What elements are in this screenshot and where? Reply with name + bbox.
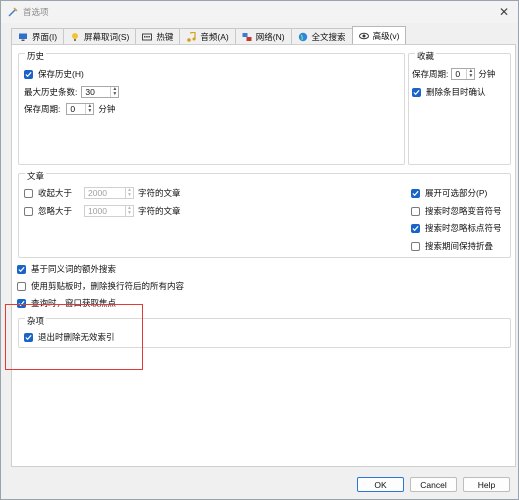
window-title: 首选项 bbox=[23, 7, 49, 17]
collapse-larger-label: 收起大于 bbox=[38, 188, 73, 198]
advanced-panel: 历史 保存历史(H) 最大历史条数: 30 ▲▼ 保存周期: 0 ▲▼ 分钟 bbox=[11, 44, 516, 467]
articles-title: 文章 bbox=[25, 170, 47, 182]
keep-folding-checkbox[interactable] bbox=[411, 241, 420, 251]
spin-down-icon[interactable]: ▼ bbox=[86, 109, 93, 114]
ignore-larger-suffix: 字符的文章 bbox=[138, 206, 181, 216]
max-history-label: 最大历史条数: bbox=[24, 87, 78, 97]
history-save-period-label: 保存周期: bbox=[24, 104, 61, 114]
history-group: 历史 保存历史(H) 最大历史条数: 30 ▲ ▼ 保存周期: 0 ▲ ▼ 分钟 bbox=[18, 50, 405, 165]
clipboard-newline-label: 使用剪贴板时，删除换行符后的所有内容 bbox=[31, 281, 185, 291]
ignore-punctuation-checkbox[interactable] bbox=[411, 223, 420, 233]
history-title: 历史 bbox=[25, 50, 47, 62]
favorites-save-period-spinbox[interactable]: 0 ▲ ▼ bbox=[451, 68, 476, 80]
confirm-delete-label: 删除条目时确认 bbox=[426, 87, 486, 97]
tab-fulltext-search[interactable]: 全文搜索 bbox=[290, 28, 353, 44]
max-history-row: 最大历史条数: 30 ▲ ▼ bbox=[24, 86, 123, 98]
keep-folding-row[interactable]: 搜索期间保持折叠 bbox=[411, 240, 493, 252]
clipboard-newline-checkbox[interactable] bbox=[17, 281, 26, 291]
favorites-title: 收藏 bbox=[415, 50, 437, 62]
app-icon bbox=[7, 6, 19, 18]
ignore-larger-spinbox[interactable]: 1000 ▲ ▼ bbox=[84, 205, 135, 217]
delete-invalid-index-row[interactable]: 退出时删除无效索引 bbox=[24, 331, 115, 343]
cancel-button[interactable]: Cancel bbox=[410, 477, 457, 492]
tab-screen-capture[interactable]: 屏幕取词(S) bbox=[63, 28, 137, 44]
misc-title: 杂项 bbox=[25, 315, 47, 327]
misc-group: 杂项 退出时删除无效索引 bbox=[18, 315, 511, 348]
articles-group: 文章 收起大于 2000 ▲ ▼ 字符的文章 忽略大于 1000 ▲ ▼ 字符的文章 bbox=[18, 170, 511, 258]
favorites-save-period-row: 保存周期: 0 ▲ ▼ 分钟 bbox=[412, 68, 495, 80]
save-history-row[interactable]: 保存历史(H) bbox=[24, 68, 84, 80]
save-history-label: 保存历史(H) bbox=[38, 69, 84, 79]
tab-network[interactable]: 网络(N) bbox=[234, 28, 292, 44]
tab-interface[interactable]: 界面(I) bbox=[11, 28, 65, 44]
spin-down-icon[interactable]: ▼ bbox=[126, 193, 133, 198]
ignore-diacritics-checkbox[interactable] bbox=[411, 206, 420, 216]
confirm-delete-checkbox[interactable] bbox=[412, 87, 421, 97]
spin-down-icon[interactable]: ▼ bbox=[111, 92, 118, 97]
close-icon[interactable]: ✕ bbox=[496, 4, 512, 20]
ignore-larger-checkbox[interactable] bbox=[24, 206, 33, 216]
collapse-larger-spinbox[interactable]: 2000 ▲ ▼ bbox=[84, 187, 135, 199]
history-save-period-row: 保存周期: 0 ▲ ▼ 分钟 bbox=[24, 103, 115, 115]
collapse-larger-suffix: 字符的文章 bbox=[138, 188, 181, 198]
save-history-checkbox[interactable] bbox=[24, 69, 33, 79]
tab-strip: 界面(I) 屏幕取词(S) 热键 音频(A) 网络(N) 全文搜索 高级(v) bbox=[11, 26, 407, 44]
ignore-diacritics-row[interactable]: 搜索时忽略变音符号 bbox=[411, 205, 502, 217]
eye-icon bbox=[358, 31, 369, 41]
help-button[interactable]: Help bbox=[463, 477, 510, 492]
network-icon bbox=[242, 32, 252, 42]
delete-invalid-index-checkbox[interactable] bbox=[24, 332, 33, 342]
ok-button[interactable]: OK bbox=[357, 477, 404, 492]
ignore-punctuation-label: 搜索时忽略标点符号 bbox=[425, 223, 502, 233]
title-bar: 首选项 ✕ bbox=[1, 1, 518, 23]
favorites-save-period-unit: 分钟 bbox=[478, 69, 496, 79]
expand-optional-label: 展开可选部分(P) bbox=[425, 188, 488, 198]
history-save-period-spinbox[interactable]: 0 ▲ ▼ bbox=[66, 103, 95, 115]
spin-down-icon[interactable]: ▼ bbox=[467, 74, 474, 79]
synonym-search-label: 基于同义词的额外搜索 bbox=[31, 264, 117, 274]
keep-folding-label: 搜索期间保持折叠 bbox=[425, 241, 494, 251]
focus-on-lookup-checkbox[interactable] bbox=[17, 298, 26, 308]
synonym-search-row[interactable]: 基于同义词的额外搜索 bbox=[17, 263, 116, 275]
globe-icon bbox=[298, 32, 308, 42]
expand-optional-checkbox[interactable] bbox=[411, 188, 420, 198]
collapse-larger-checkbox[interactable] bbox=[24, 188, 33, 198]
focus-on-lookup-row[interactable]: 查询时，窗口获取焦点 bbox=[17, 297, 116, 309]
ignore-larger-label: 忽略大于 bbox=[38, 206, 73, 216]
keyboard-icon bbox=[142, 32, 153, 42]
favorites-save-period-label: 保存周期: bbox=[412, 69, 449, 79]
music-icon bbox=[186, 30, 196, 42]
tab-hotkeys[interactable]: 热键 bbox=[135, 28, 181, 44]
preferences-window: 首选项 ✕ 界面(I) 屏幕取词(S) 热键 音频(A) 网络(N) 全文搜索 bbox=[0, 0, 519, 500]
ignore-punctuation-row[interactable]: 搜索时忽略标点符号 bbox=[411, 222, 502, 234]
synonym-search-checkbox[interactable] bbox=[17, 264, 26, 274]
bulb-icon bbox=[70, 32, 80, 42]
tab-audio[interactable]: 音频(A) bbox=[179, 28, 236, 44]
confirm-delete-row[interactable]: 删除条目时确认 bbox=[412, 86, 486, 98]
clipboard-newline-row[interactable]: 使用剪贴板时，删除换行符后的所有内容 bbox=[17, 280, 184, 292]
favorites-group: 收藏 保存周期: 0 ▲ ▼ 分钟 删除条目时确认 bbox=[408, 50, 511, 165]
expand-optional-row[interactable]: 展开可选部分(P) bbox=[411, 187, 487, 199]
focus-on-lookup-label: 查询时，窗口获取焦点 bbox=[31, 298, 117, 308]
collapse-larger-row: 收起大于 2000 ▲ ▼ 字符的文章 bbox=[24, 187, 181, 199]
spin-down-icon[interactable]: ▼ bbox=[126, 211, 133, 216]
ignore-diacritics-label: 搜索时忽略变音符号 bbox=[425, 206, 502, 216]
tab-advanced[interactable]: 高级(v) bbox=[351, 26, 407, 44]
history-save-period-unit: 分钟 bbox=[98, 104, 116, 114]
ignore-larger-row: 忽略大于 1000 ▲ ▼ 字符的文章 bbox=[24, 205, 181, 217]
delete-invalid-index-label: 退出时删除无效索引 bbox=[38, 332, 115, 342]
monitor-icon bbox=[18, 32, 28, 42]
max-history-spinbox[interactable]: 30 ▲ ▼ bbox=[81, 86, 120, 98]
